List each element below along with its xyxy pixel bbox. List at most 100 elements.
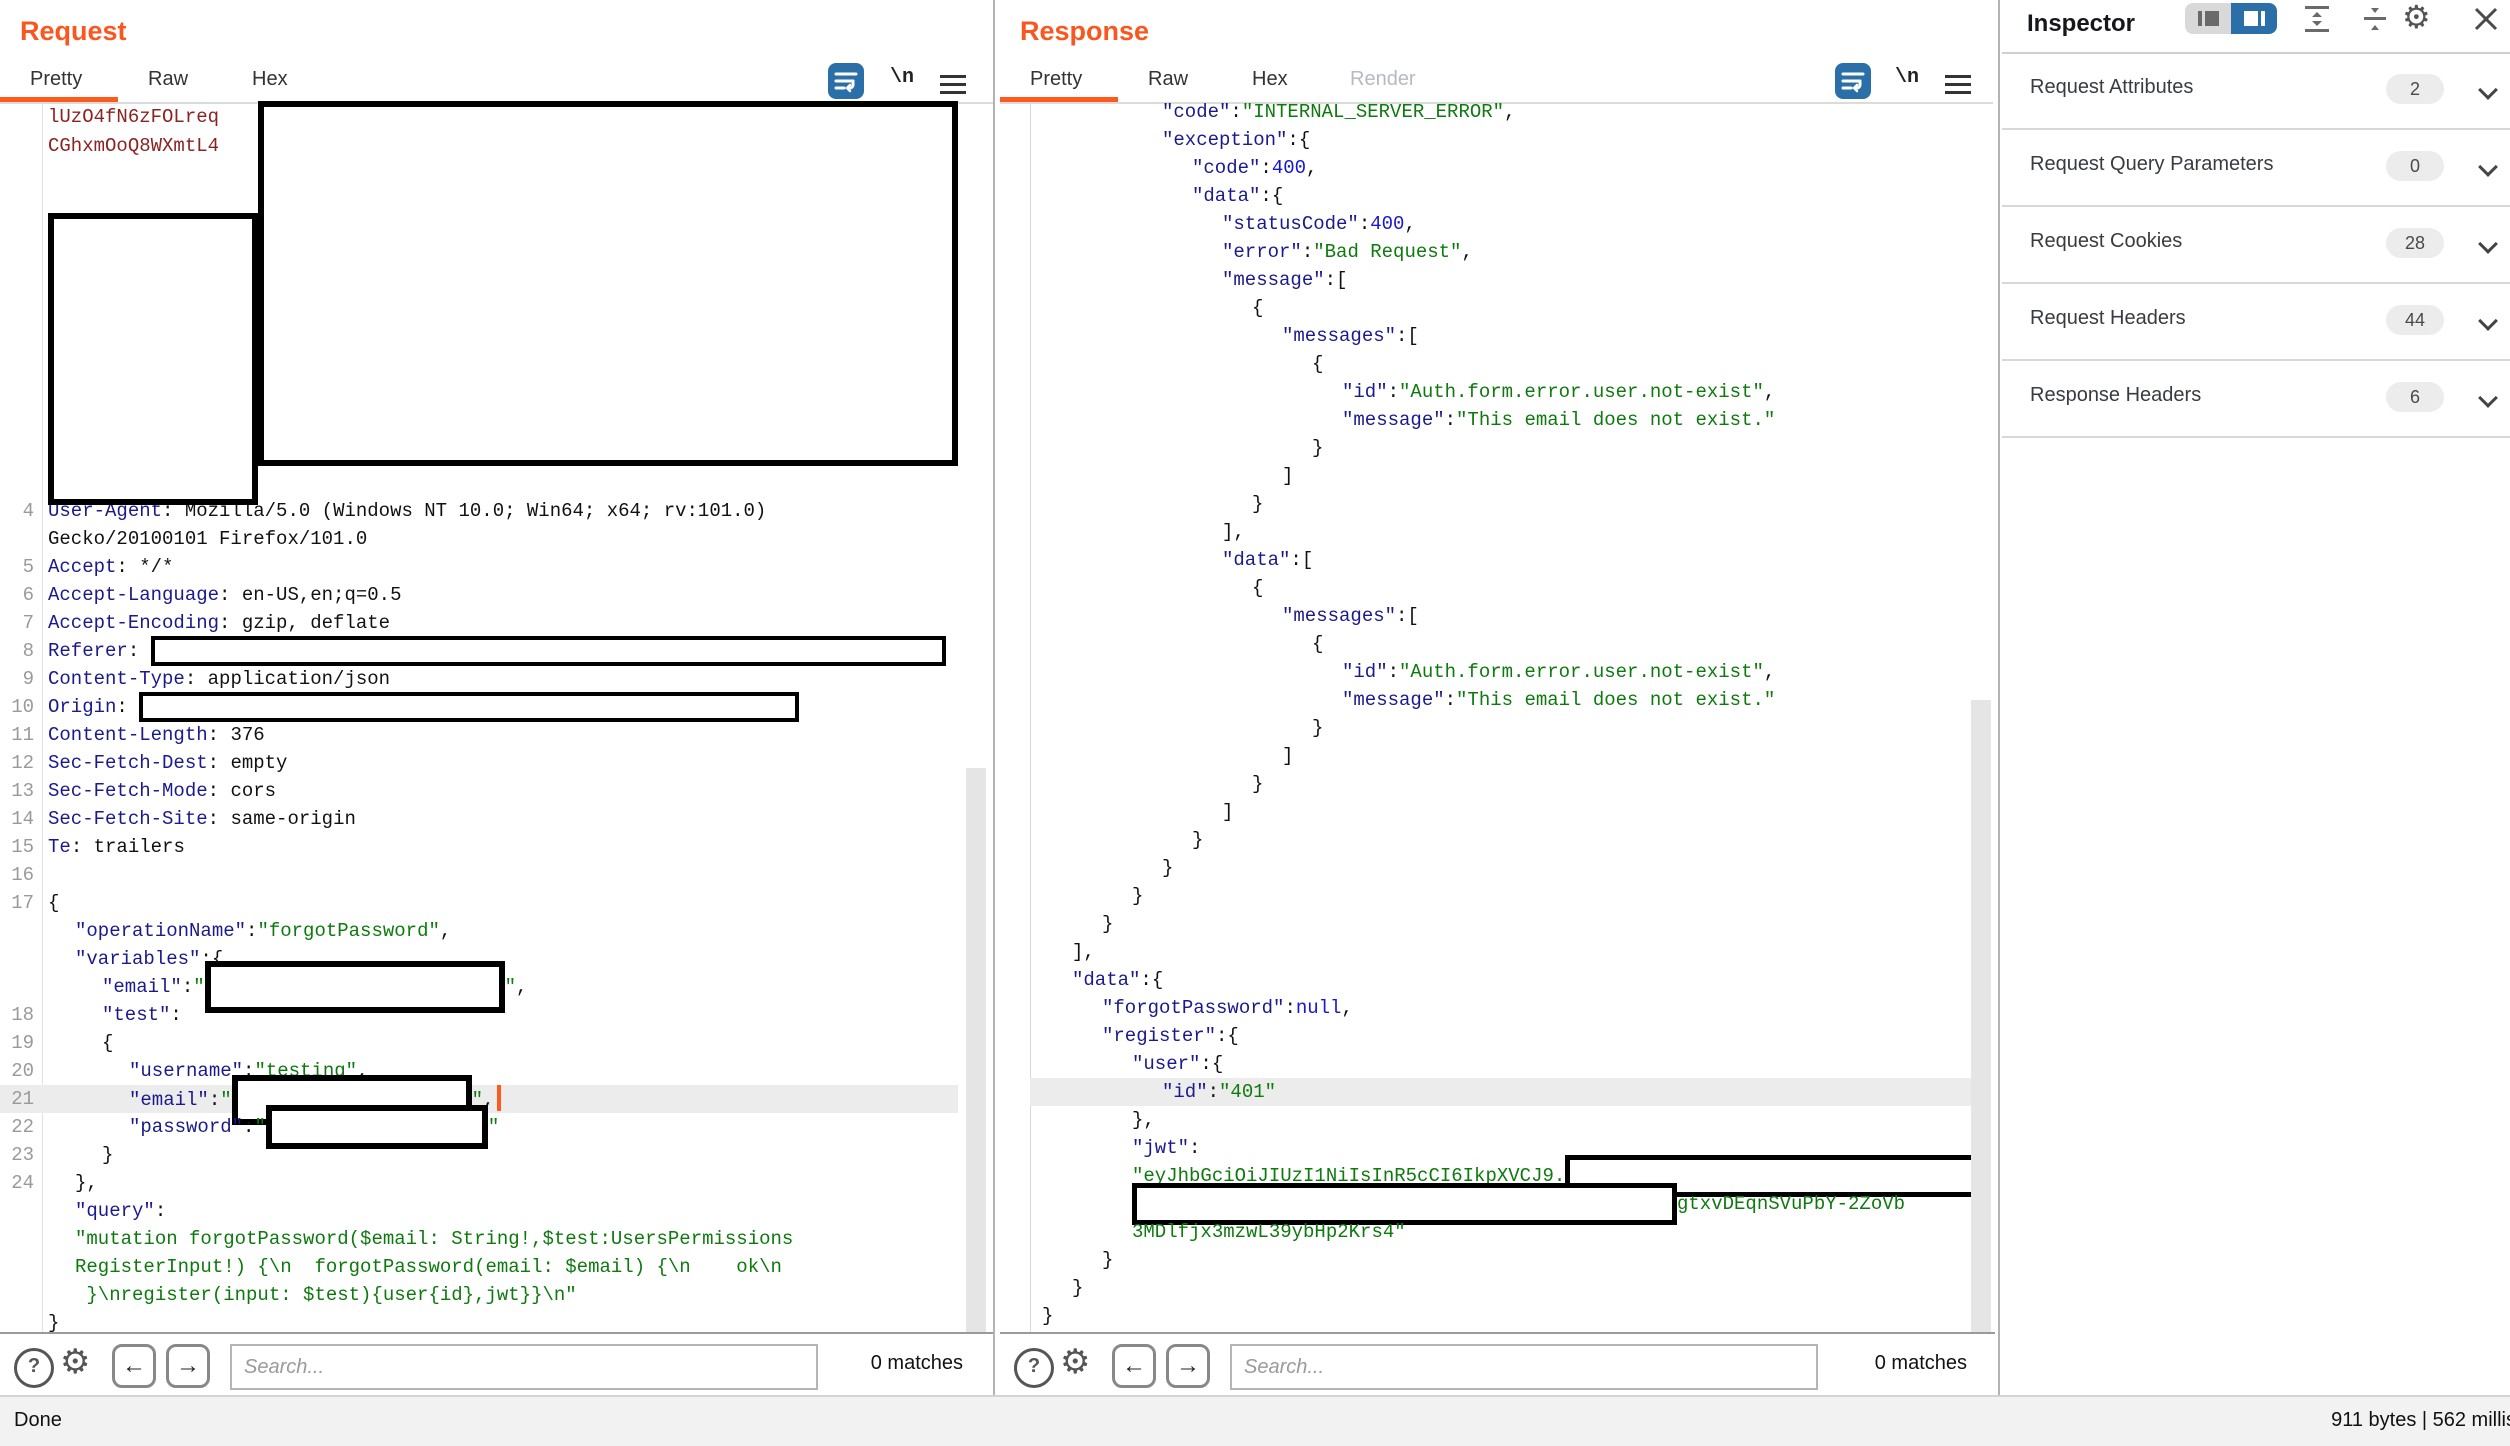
code-line[interactable]: ], (1030, 938, 1971, 966)
code-line[interactable]: "data":[ (1030, 546, 1971, 574)
wrap-lines-icon[interactable] (1835, 63, 1871, 99)
code-line[interactable]: "code":400, (1030, 154, 1971, 182)
code-line[interactable]: "message":[ (1030, 266, 1971, 294)
code-line[interactable]: } (1030, 770, 1971, 798)
code-line[interactable]: "user":{ (1030, 1050, 1971, 1078)
code-line[interactable]: } (1030, 1302, 1971, 1330)
inspector-section-request-cookies[interactable]: Request Cookies28 (2002, 206, 2510, 284)
code-line[interactable]: 16 (0, 861, 958, 889)
code-line[interactable]: 15Te: trailers (0, 833, 958, 861)
inspector-split-view-button[interactable] (2231, 3, 2277, 34)
chevron-down-icon[interactable] (2480, 313, 2496, 329)
tab-raw[interactable]: Raw (1148, 68, 1188, 91)
code-line[interactable]: 14Sec-Fetch-Site: same-origin (0, 805, 958, 833)
code-line[interactable]: 24}, (0, 1169, 958, 1197)
inspector-sidebar-view-button[interactable] (2185, 3, 2231, 34)
code-line[interactable]: "id":"Auth.form.error.user.not-exist", (1030, 378, 1971, 406)
code-line[interactable]: 3MDlfjx3mzwL39ybHp2Krs4" (1030, 1218, 1971, 1246)
code-line[interactable]: 20"username":"testing", (0, 1057, 958, 1085)
code-line[interactable]: "data":{ (1030, 966, 1971, 994)
code-line[interactable]: "message":"This email does not exist." (1030, 406, 1971, 434)
chevron-down-icon[interactable] (2480, 82, 2496, 98)
code-line[interactable]: ] (1030, 742, 1971, 770)
search-input[interactable] (230, 1344, 818, 1390)
tab-hex[interactable]: Hex (252, 68, 288, 91)
code-line[interactable]: 8Referer: (0, 637, 958, 665)
code-line[interactable]: 10Origin: (0, 693, 958, 721)
code-line[interactable]: 19{ (0, 1029, 958, 1057)
code-line[interactable]: ], (1030, 518, 1971, 546)
tab-render[interactable]: Render (1350, 68, 1416, 91)
inspector-section-request-headers[interactable]: Request Headers44 (2002, 283, 2510, 361)
inspector-section-request-attributes[interactable]: Request Attributes2 (2002, 52, 2510, 130)
code-line[interactable]: 22"password":"" (0, 1113, 958, 1141)
chevron-down-icon[interactable] (2480, 159, 2496, 175)
search-input[interactable] (1230, 1344, 1818, 1390)
panel-divider[interactable] (993, 0, 995, 1395)
code-line[interactable]: } (1030, 826, 1971, 854)
code-line[interactable]: "register":{ (1030, 1022, 1971, 1050)
code-line[interactable]: 17{ (0, 889, 958, 917)
code-line[interactable]: } (1030, 1274, 1971, 1302)
code-line[interactable]: "message":"This email does not exist." (1030, 686, 1971, 714)
code-line[interactable]: "data":{ (1030, 182, 1971, 210)
menu-icon[interactable] (1945, 70, 1971, 99)
code-line[interactable]: 13Sec-Fetch-Mode: cors (0, 777, 958, 805)
prev-match-button[interactable]: ← (1112, 1344, 1156, 1388)
code-line[interactable]: Gecko/20100101 Firefox/101.0 (0, 525, 958, 553)
code-line[interactable]: }\nregister(input: $test){user{id},jwt}}… (0, 1281, 958, 1309)
tab-raw[interactable]: Raw (148, 68, 188, 91)
code-line[interactable]: "messages":[ (1030, 322, 1971, 350)
prev-match-button[interactable]: ← (112, 1344, 156, 1388)
tab-pretty[interactable]: Pretty (1030, 68, 1082, 91)
help-icon[interactable]: ? (14, 1348, 54, 1388)
code-line[interactable]: "forgotPassword":null, (1030, 994, 1971, 1022)
code-line[interactable]: { (1030, 630, 1971, 658)
inspector-section-response-headers[interactable]: Response Headers6 (2002, 360, 2510, 438)
code-line[interactable]: "query": (0, 1197, 958, 1225)
code-line[interactable]: } (1030, 910, 1971, 938)
response-editor[interactable]: "code":"INTERNAL_SERVER_ERROR","exceptio… (1000, 103, 1993, 1332)
code-line[interactable]: "exception":{ (1030, 126, 1971, 154)
inspector-section-request-query-parameters[interactable]: Request Query Parameters0 (2002, 129, 2510, 207)
code-line[interactable]: 6Accept-Language: en-US,en;q=0.5 (0, 581, 958, 609)
code-line[interactable]: } (1030, 434, 1971, 462)
collapse-all-icon[interactable] (2362, 4, 2388, 39)
code-line[interactable]: { (1030, 350, 1971, 378)
code-line[interactable]: } (1030, 882, 1971, 910)
tab-pretty[interactable]: Pretty (30, 68, 82, 91)
settings-gear-icon[interactable]: ⚙ (1060, 1342, 1090, 1382)
code-line[interactable]: "id":"Auth.form.error.user.not-exist", (1030, 658, 1971, 686)
newline-toggle[interactable]: \n (890, 66, 914, 89)
code-line[interactable]: "mutation forgotPassword($email: String!… (0, 1225, 958, 1253)
code-line[interactable]: "error":"Bad Request", (1030, 238, 1971, 266)
tab-hex[interactable]: Hex (1252, 68, 1288, 91)
code-line[interactable]: 9Content-Type: application/json (0, 665, 958, 693)
inspector-divider[interactable] (1998, 0, 2000, 1395)
code-line[interactable]: "id":"401" (1030, 1078, 1971, 1106)
code-line[interactable]: gtxvDEqnSVuPbY-2ZoVb (1030, 1190, 1971, 1218)
chevron-down-icon[interactable] (2480, 236, 2496, 252)
code-line[interactable]: "statusCode":400, (1030, 210, 1971, 238)
newline-toggle[interactable]: \n (1895, 66, 1919, 89)
code-line[interactable]: { (1030, 574, 1971, 602)
code-line[interactable]: "code":"INTERNAL_SERVER_ERROR", (1030, 98, 1971, 126)
code-line[interactable]: ] (1030, 798, 1971, 826)
code-line[interactable]: 23} (0, 1141, 958, 1169)
request-editor[interactable]: lUzO4fN6zFOLreqCGhxmOoQ8WXmtL44User-Agen… (0, 103, 993, 1332)
code-line[interactable]: 18"test": (0, 1001, 958, 1029)
code-line[interactable]: { (1030, 294, 1971, 322)
code-line[interactable]: 12Sec-Fetch-Dest: empty (0, 749, 958, 777)
code-line[interactable]: } (1030, 1246, 1971, 1274)
next-match-button[interactable]: → (166, 1344, 210, 1388)
inspector-settings-icon[interactable]: ⚙ (2402, 0, 2431, 36)
code-line[interactable]: 7Accept-Encoding: gzip, deflate (0, 609, 958, 637)
code-line[interactable]: RegisterInput!) {\n forgotPassword(email… (0, 1253, 958, 1281)
settings-gear-icon[interactable]: ⚙ (60, 1342, 90, 1382)
chevron-down-icon[interactable] (2480, 390, 2496, 406)
menu-icon[interactable] (940, 70, 966, 99)
code-line[interactable]: "operationName":"forgotPassword", (0, 917, 958, 945)
help-icon[interactable]: ? (1014, 1348, 1054, 1388)
wrap-lines-icon[interactable] (828, 63, 864, 99)
code-line[interactable]: 11Content-Length: 376 (0, 721, 958, 749)
